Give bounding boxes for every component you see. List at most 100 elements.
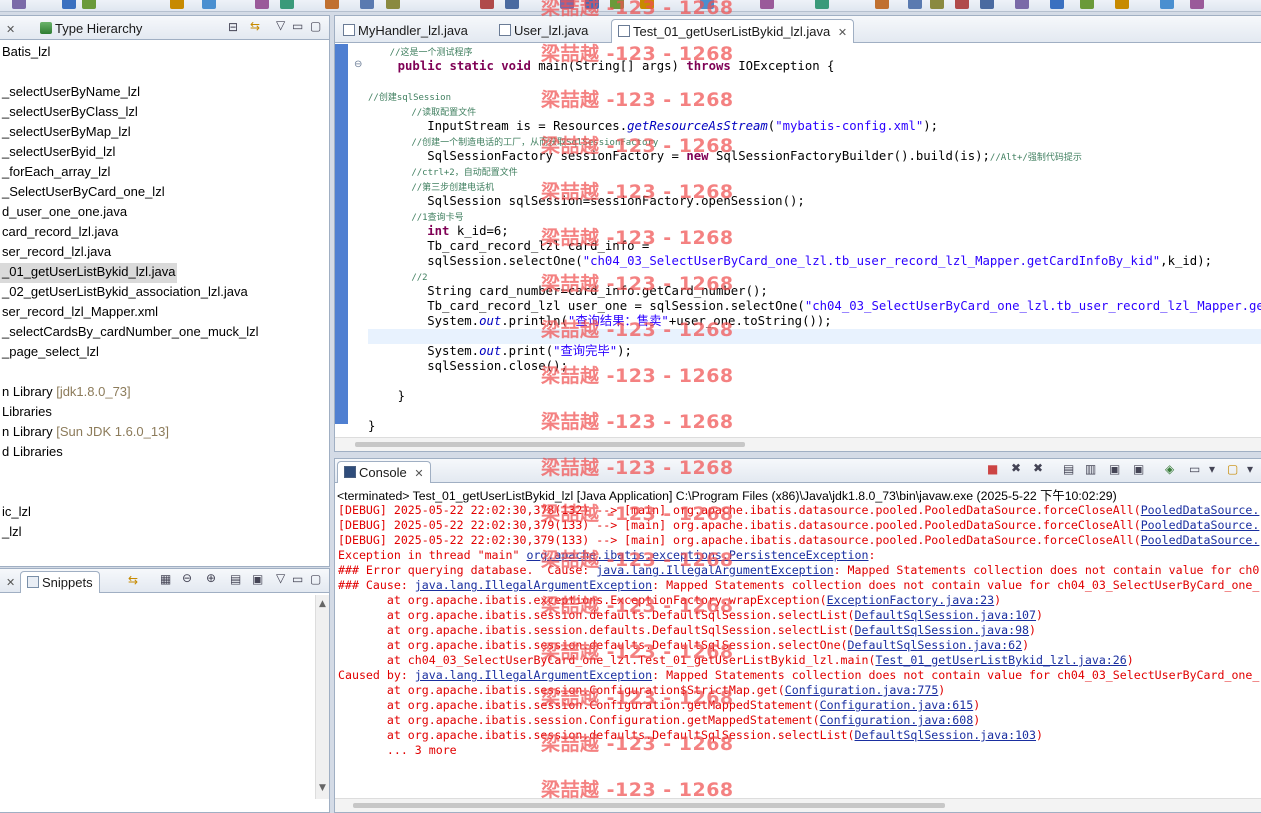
view-menu-icon[interactable]: ▽ (276, 18, 285, 32)
tree-item[interactable] (0, 63, 4, 83)
stacktrace-link[interactable]: Configuration.java:615 (820, 698, 974, 712)
zoom-out-icon[interactable]: ⊖ (182, 571, 192, 585)
fit-icon[interactable]: ▣ (252, 572, 263, 586)
snippets-scrollbar[interactable]: ▲ ▼ (315, 595, 329, 799)
toolbar-button-icon[interactable] (560, 0, 574, 9)
toolbar-button-icon[interactable] (1190, 0, 1204, 9)
toolbar-button-icon[interactable] (875, 0, 889, 9)
scroll-up-icon[interactable]: ▲ (319, 599, 326, 609)
open-console-icon[interactable]: ▢ (1227, 462, 1238, 476)
close-icon[interactable]: ✕ (838, 27, 847, 39)
tab-console[interactable]: Console ✕ (337, 461, 431, 483)
tab-type-hierarchy[interactable]: Type Hierarchy (34, 18, 148, 40)
toolbar-button-icon[interactable] (82, 0, 96, 9)
toolbar-button-icon[interactable] (360, 0, 374, 9)
stacktrace-link[interactable]: DefaultSqlSession.java:103 (855, 728, 1036, 742)
tree-item[interactable]: ic_lzl (0, 503, 33, 523)
toolbar-button-icon[interactable] (325, 0, 339, 9)
console-horizontal-scrollbar[interactable] (335, 798, 1261, 812)
tree-item[interactable]: n Library [Sun JDK 1.6.0_13] (0, 423, 171, 443)
view-menu-icon[interactable]: ▽ (276, 571, 285, 585)
toolbar-button-icon[interactable] (170, 0, 184, 9)
tree-item[interactable]: _selectUserByClass_lzl (0, 103, 140, 123)
toolbar-button-icon[interactable] (12, 0, 26, 9)
toolbar-button-icon[interactable] (700, 0, 714, 9)
tree-item[interactable]: d_user_one_one.java (0, 203, 129, 223)
stacktrace-link[interactable]: PooledDataSource. (1141, 533, 1260, 547)
link-editor-icon[interactable]: ⇆ (250, 19, 260, 33)
tree-item[interactable]: n Library [jdk1.8.0_73] (0, 383, 133, 403)
toolbar-button-icon[interactable] (480, 0, 494, 9)
toolbar-button-icon[interactable] (760, 0, 774, 9)
toolbar-button-icon[interactable] (255, 0, 269, 9)
maximize-icon[interactable]: ▢ (310, 572, 321, 586)
tree-item[interactable]: _01_getUserListBykid_lzl.java (0, 263, 178, 283)
tree-item[interactable]: _forEach_array_lzl (0, 163, 112, 183)
stacktrace-link[interactable]: ExceptionFactory.java:23 (827, 593, 995, 607)
tree-item[interactable]: _02_getUserListBykid_association_lzl.jav… (0, 283, 250, 303)
toolbar-button-icon[interactable] (1015, 0, 1029, 9)
stacktrace-link[interactable]: java.lang.IllegalArgumentException (596, 563, 833, 577)
dropdown-icon[interactable]: ▾ (1209, 462, 1215, 476)
tab-myhandler[interactable]: MyHandler_lzl.java (337, 19, 474, 43)
toolbar-button-icon[interactable] (505, 0, 519, 9)
toolbar-button-icon[interactable] (1160, 0, 1174, 9)
image-icon[interactable]: ▦ (160, 572, 171, 586)
link-icon[interactable]: ⇆ (128, 573, 138, 587)
toolbar-button-icon[interactable] (1115, 0, 1129, 9)
toolbar-button-icon[interactable] (585, 0, 599, 9)
tree-item[interactable]: card_record_lzl.java (0, 223, 120, 243)
maximize-icon[interactable]: ▢ (310, 19, 321, 33)
minimize-icon[interactable]: ▭ (292, 19, 303, 33)
tab-test-01[interactable]: Test_01_getUserListBykid_lzl.java ✕ (611, 19, 855, 43)
scroll-down-icon[interactable]: ▼ (319, 783, 326, 793)
tree-item[interactable]: Libraries (0, 403, 54, 423)
tree-item[interactable]: _selectUserByName_lzl (0, 83, 142, 103)
stacktrace-link[interactable]: Test_01_getUserListBykid_lzl.java:26 (875, 653, 1126, 667)
pin-console-icon[interactable]: ◈ (1165, 462, 1174, 476)
tree-item[interactable]: _page_select_lzl (0, 343, 101, 363)
remove-all-icon[interactable]: ✖ (1033, 461, 1043, 475)
actual-size-icon[interactable]: ▤ (230, 572, 241, 586)
tree-item[interactable]: _SelectUserByCard_one_lzl (0, 183, 167, 203)
code-area[interactable]: ⊖ //这是一个测试程序 public static void main(Str… (335, 44, 1261, 437)
toolbar-button-icon[interactable] (930, 0, 944, 9)
tree-item[interactable]: ser_record_lzl.java (0, 243, 113, 263)
terminate-icon[interactable]: ■ (987, 462, 998, 476)
editor-horizontal-scrollbar[interactable] (335, 437, 1261, 451)
scroll-thumb[interactable] (355, 442, 745, 447)
tree-item[interactable]: ser_record_lzl_Mapper.xml (0, 303, 160, 323)
tree-item[interactable]: Batis_lzl (0, 43, 52, 63)
console-output[interactable]: [DEBUG] 2025-05-22 22:02:30,378(132) -->… (335, 503, 1261, 798)
remove-launch-icon[interactable]: ✖ (1011, 461, 1021, 475)
tab-package-explorer[interactable]: ✕ (0, 18, 21, 40)
tree-item[interactable] (0, 463, 4, 483)
toolbar-button-icon[interactable] (610, 0, 624, 9)
stacktrace-link[interactable]: org.apache.ibatis.exceptions.Persistence… (526, 548, 868, 562)
tab-prev[interactable]: ✕ (0, 571, 21, 593)
stacktrace-link[interactable]: java.lang.IllegalArgumentException (415, 578, 652, 592)
tree-item[interactable]: _selectCardsBy_cardNumber_one_muck_lzl (0, 323, 261, 343)
stacktrace-link[interactable]: PooledDataSource. (1141, 518, 1260, 532)
tab-snippets[interactable]: Snippets (20, 571, 100, 593)
stacktrace-link[interactable]: java.lang.IllegalArgumentException (415, 668, 652, 682)
tree-item[interactable]: _selectUserByMap_lzl (0, 123, 133, 143)
stacktrace-link[interactable]: DefaultSqlSession.java:98 (855, 623, 1030, 637)
toolbar-button-icon[interactable] (386, 0, 400, 9)
toolbar-button-icon[interactable] (955, 0, 969, 9)
toolbar-button-icon[interactable] (980, 0, 994, 9)
toolbar-button-icon[interactable] (908, 0, 922, 9)
tree-item[interactable]: d Libraries (0, 443, 65, 463)
fold-icon[interactable]: ⊖ (354, 59, 362, 70)
clear-console-icon[interactable]: ▤ (1063, 462, 1074, 476)
tab-user[interactable]: User_lzl.java (493, 19, 594, 43)
toolbar-button-icon[interactable] (280, 0, 294, 9)
close-icon[interactable]: ✕ (6, 24, 15, 36)
scroll-thumb[interactable] (353, 803, 945, 808)
show-on-error-icon[interactable]: ▣ (1133, 462, 1144, 476)
tree-item[interactable]: _selectUserByid_lzl (0, 143, 117, 163)
tree-item[interactable] (0, 483, 4, 503)
toolbar-button-icon[interactable] (202, 0, 216, 9)
show-on-output-icon[interactable]: ▣ (1109, 462, 1120, 476)
toolbar-button-icon[interactable] (62, 0, 76, 9)
